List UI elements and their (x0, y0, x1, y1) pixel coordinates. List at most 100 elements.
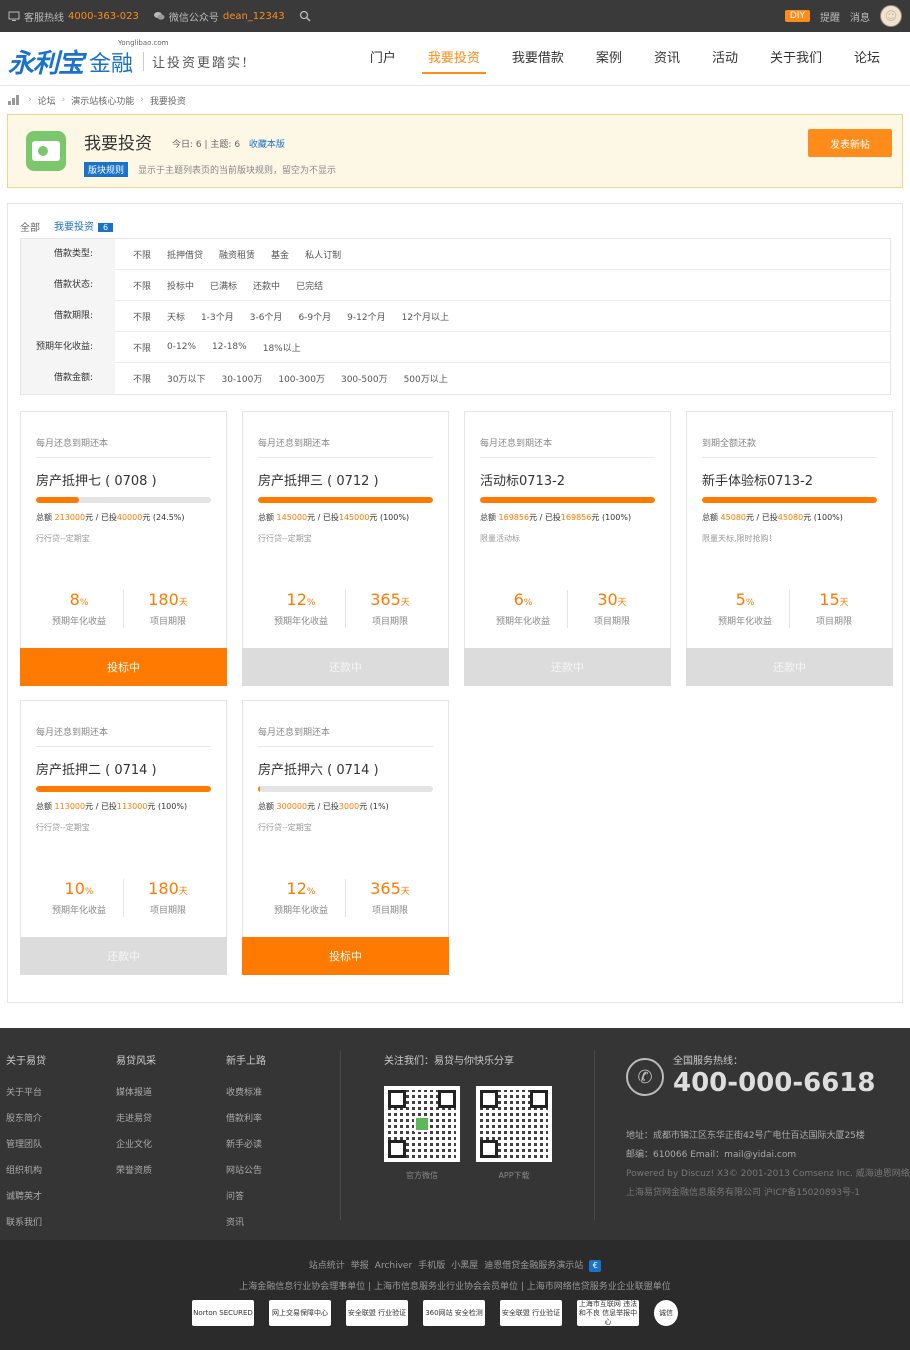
filter-option[interactable]: 融资租赁 (219, 248, 255, 261)
avatar[interactable]: ☺ (880, 5, 902, 27)
status-button[interactable]: 还款中 (20, 937, 227, 975)
trust-badge[interactable]: 上海市互联网 违法和不良 信息举报中心 (577, 1300, 639, 1326)
home-chart-icon[interactable] (8, 95, 22, 105)
footer-link[interactable]: 诚聘英才 (6, 1189, 46, 1202)
tab-all[interactable]: 全部 (20, 219, 40, 234)
filter-option[interactable]: 不限 (133, 372, 151, 385)
loan-name[interactable]: 房产抵押七 ( 0708 ) (36, 470, 157, 489)
filter-option[interactable]: 不限 (133, 279, 151, 292)
diy-button[interactable]: DIY (784, 10, 810, 22)
trust-badge[interactable]: 安全联盟 行业验证 (500, 1300, 562, 1326)
search-icon[interactable] (299, 10, 311, 22)
filter-option[interactable]: 抵押借贷 (167, 248, 203, 261)
footer-link[interactable]: 组织机构 (6, 1163, 46, 1176)
nav-cases[interactable]: 案例 (596, 32, 622, 86)
footer-link[interactable]: 问答 (226, 1189, 266, 1202)
filter-option[interactable]: 天标 (167, 310, 185, 323)
loan-card[interactable]: 每月还息到期还本 房产抵押三 ( 0712 ) 总额 145000元 / 已投1… (242, 411, 449, 686)
footer-bottom-link[interactable]: Archiver (375, 1261, 412, 1271)
nav-events[interactable]: 活动 (712, 32, 738, 86)
footer-bottom-link[interactable]: 举报 (351, 1261, 369, 1271)
qr-wechat[interactable] (384, 1086, 460, 1162)
new-post-button[interactable]: 发表新帖 (808, 129, 892, 157)
filter-option[interactable]: 已满标 (210, 279, 237, 292)
loan-name[interactable]: 新手体验标0713-2 (702, 470, 813, 489)
filter-option[interactable]: 1-3个月 (201, 310, 234, 323)
footer-bottom-link[interactable]: 小黑屋 (451, 1261, 478, 1271)
nav-news[interactable]: 资讯 (654, 32, 680, 86)
footer-link[interactable]: 荣誉资质 (116, 1163, 156, 1176)
trust-badge[interactable]: Norton SECURED (192, 1300, 254, 1326)
filter-option[interactable]: 6-9个月 (298, 310, 331, 323)
breadcrumb-invest[interactable]: 我要投资 (150, 94, 186, 107)
breadcrumb-demo[interactable]: 演示站核心功能 (71, 94, 134, 107)
status-button[interactable]: 还款中 (464, 648, 671, 686)
footer-link[interactable]: 联系我们 (6, 1215, 46, 1228)
filter-option[interactable]: 3-6个月 (250, 310, 283, 323)
footer-link[interactable]: 媒体报道 (116, 1085, 156, 1098)
footer-link[interactable]: 企业文化 (116, 1137, 156, 1150)
filter-option[interactable]: 已完结 (296, 279, 323, 292)
trust-badge[interactable]: 360网站 安全检测 (423, 1300, 485, 1326)
trust-badge[interactable]: 网上交易保障中心 (269, 1300, 331, 1326)
footer-link[interactable]: 股东简介 (6, 1111, 46, 1124)
filter-option[interactable]: 100-300万 (278, 372, 325, 385)
status-button[interactable]: 还款中 (242, 648, 449, 686)
loan-card[interactable]: 每月还息到期还本 房产抵押六 ( 0714 ) 总额 300000元 / 已投3… (242, 700, 449, 975)
trust-badge[interactable]: 安全联盟 行业验证 (346, 1300, 408, 1326)
message-link[interactable]: 消息 (850, 9, 870, 24)
trust-badge[interactable]: 诚信 (654, 1300, 678, 1326)
logo[interactable]: 永利宝 Yonglibao.com 金融 让投资更踏实! (8, 39, 249, 80)
loan-card[interactable]: 每月还息到期还本 活动标0713-2 总额 169856元 / 已投169856… (464, 411, 671, 686)
footer-link[interactable]: 关于平台 (6, 1085, 46, 1098)
footer-bottom-link[interactable]: 手机版 (418, 1261, 445, 1271)
favorite-link[interactable]: 收藏本版 (249, 140, 285, 150)
filter-option[interactable]: 30万以下 (167, 372, 205, 385)
loan-name[interactable]: 房产抵押二 ( 0714 ) (36, 759, 157, 778)
filter-option[interactable]: 不限 (133, 341, 151, 354)
footer-bottom-link[interactable]: 迪恩借贷金融服务演示站 (484, 1261, 583, 1271)
footer-link[interactable]: 管理团队 (6, 1137, 46, 1150)
filter-option[interactable]: 还款中 (253, 279, 280, 292)
loan-name[interactable]: 房产抵押三 ( 0712 ) (258, 470, 379, 489)
loan-card[interactable]: 每月还息到期还本 房产抵押二 ( 0714 ) 总额 113000元 / 已投1… (20, 700, 227, 975)
footer-link[interactable]: 走进易贷 (116, 1111, 156, 1124)
filter-option[interactable]: 500万以上 (404, 372, 448, 385)
progress-bar (480, 497, 655, 503)
nav-portal[interactable]: 门户 (370, 32, 396, 86)
qr-app[interactable] (476, 1086, 552, 1162)
footer-link[interactable]: 新手必读 (226, 1137, 266, 1150)
filter-option[interactable]: 9-12个月 (347, 310, 385, 323)
footer-bottom-link[interactable]: 站点统计 (309, 1261, 345, 1271)
filter-option[interactable]: 30-100万 (221, 372, 262, 385)
filter-option[interactable]: 300-500万 (341, 372, 388, 385)
nav-about[interactable]: 关于我们 (770, 32, 822, 86)
filter-option[interactable]: 0-12% (167, 342, 196, 352)
loan-card[interactable]: 每月还息到期还本 房产抵押七 ( 0708 ) 总额 213000元 / 已投4… (20, 411, 227, 686)
remind-link[interactable]: 提醒 (820, 9, 840, 24)
status-button[interactable]: 投标中 (20, 648, 227, 686)
footer-link[interactable]: 网站公告 (226, 1163, 266, 1176)
filter-option[interactable]: 12-18% (212, 342, 247, 352)
filter-option[interactable]: 不限 (133, 310, 151, 323)
breadcrumb-forum[interactable]: 论坛 (38, 94, 56, 107)
nav-borrow[interactable]: 我要借款 (512, 32, 564, 86)
status-button[interactable]: 还款中 (686, 648, 893, 686)
loan-name[interactable]: 房产抵押六 ( 0714 ) (258, 759, 379, 778)
filter-option[interactable]: 投标中 (167, 279, 194, 292)
filter-option[interactable]: 12个月以上 (402, 310, 449, 323)
filter-option[interactable]: 不限 (133, 248, 151, 261)
filter-row: 借款金额: 不限 30万以下 30-100万 100-300万 300-500万 500万以… (21, 363, 890, 394)
nav-invest[interactable]: 我要投资 (421, 32, 486, 86)
status-button[interactable]: 投标中 (242, 937, 449, 975)
tab-invest[interactable]: 我要投资 6 (54, 218, 114, 234)
nav-forum[interactable]: 论坛 (854, 32, 880, 86)
loan-card[interactable]: 到期全额还款 新手体验标0713-2 总额 45080元 / 已投45080元 … (686, 411, 893, 686)
loan-name[interactable]: 活动标0713-2 (480, 470, 565, 489)
filter-option[interactable]: 18%以上 (263, 341, 301, 354)
filter-option[interactable]: 私人订制 (305, 248, 341, 261)
footer-link[interactable]: 资讯 (226, 1215, 266, 1228)
footer-link[interactable]: 收费标准 (226, 1085, 266, 1098)
footer-link[interactable]: 借款利率 (226, 1111, 266, 1124)
filter-option[interactable]: 基金 (271, 248, 289, 261)
